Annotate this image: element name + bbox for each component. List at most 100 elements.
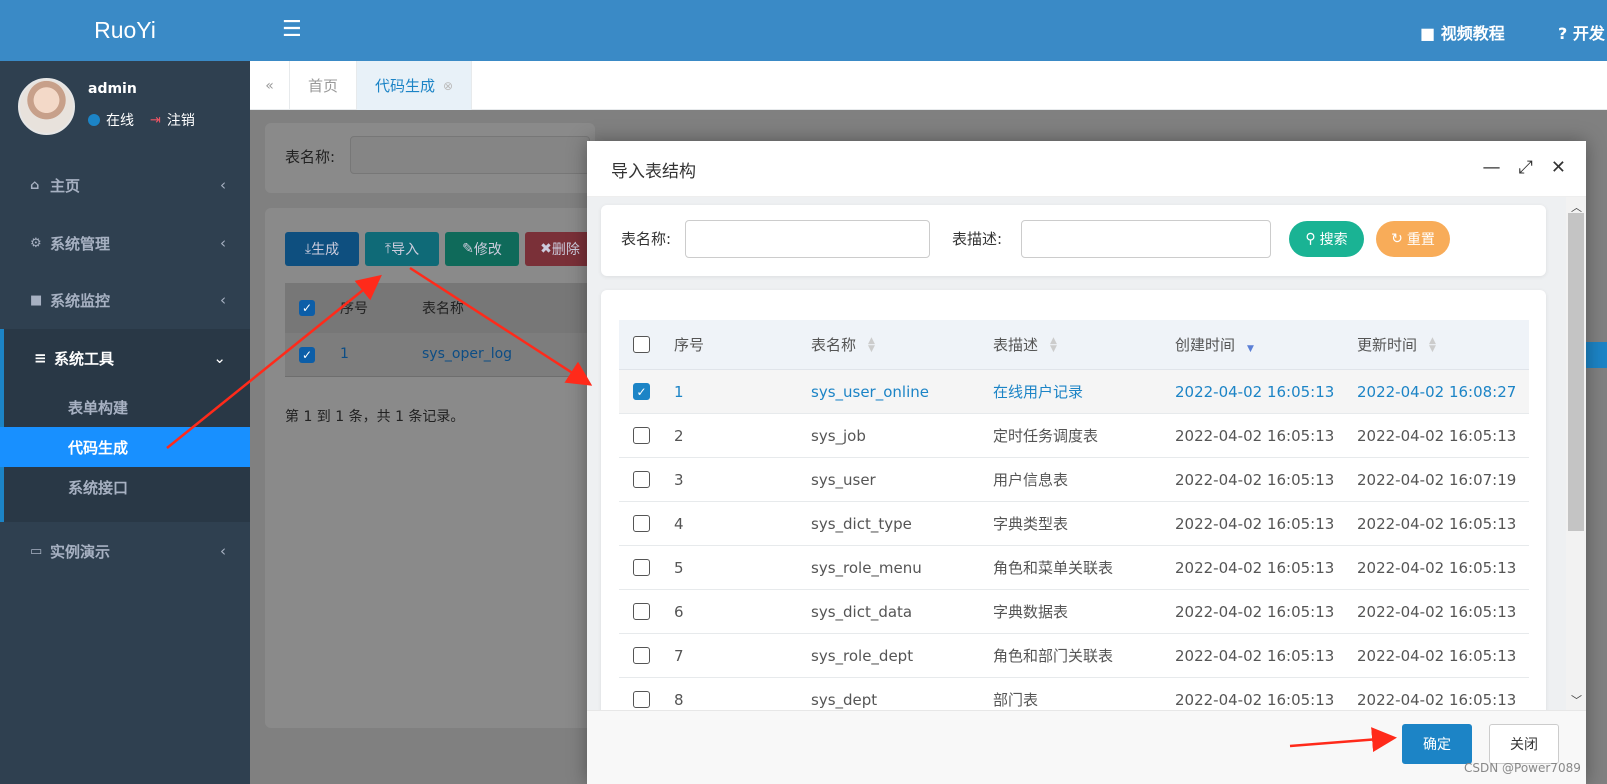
row-checkbox[interactable]: [633, 427, 650, 444]
table-row[interactable]: 6 sys_dict_data 字典数据表 2022-04-02 16:05:13 20…: [619, 590, 1529, 634]
cell-no: 8: [674, 690, 684, 709]
refresh-icon: ↻: [1391, 231, 1403, 247]
dialog-header: 导入表结构 — ⤢ ✕: [587, 141, 1586, 197]
sidebar-subitem-form-builder[interactable]: 表单构建: [4, 387, 250, 427]
cell-created: 2022-04-02 16:05:13: [1175, 470, 1335, 489]
cell-no: 6: [674, 602, 684, 621]
col-label: 表描述: [993, 336, 1039, 354]
row-checkbox[interactable]: [633, 691, 650, 708]
dialog-title: 导入表结构: [611, 162, 696, 182]
delete-button[interactable]: ✖ 删除: [525, 232, 595, 266]
close-button[interactable]: 关闭: [1489, 724, 1559, 764]
sidebar-subitem-sys-api[interactable]: 系统接口: [4, 467, 250, 507]
table-row[interactable]: 2 sys_job 定时任务调度表 2022-04-02 16:05:13 2022-0…: [619, 414, 1529, 458]
sidebar-item-system-manage[interactable]: ⚙ 系统管理 ‹: [0, 214, 250, 272]
cell-table-desc: 用户信息表: [993, 471, 1069, 489]
table-row[interactable]: ✓ 1 sys_oper_log: [285, 333, 605, 377]
sidebar-group-system-tools: ≡ 系统工具 ⌄ 表单构建 代码生成 系统接口: [0, 329, 250, 522]
col-table-name[interactable]: 表名称 ▲ ▼: [811, 320, 875, 369]
row-checkbox[interactable]: [633, 603, 650, 620]
tab-label: 首页: [308, 77, 339, 95]
table-row[interactable]: 4 sys_dict_type 字典类型表 2022-04-02 16:05:13 20…: [619, 502, 1529, 546]
hamburger-icon[interactable]: ☰: [282, 17, 302, 42]
edit-button[interactable]: ✎ 修改: [445, 232, 519, 266]
table-row[interactable]: 5 sys_role_menu 角色和菜单关联表 2022-04-02 16:05:1…: [619, 546, 1529, 590]
row-checkbox[interactable]: [633, 647, 650, 664]
cell-table-name: sys_job: [811, 426, 866, 445]
desktop-icon: ▭: [30, 543, 43, 559]
sidebar-item-system-tools[interactable]: ≡ 系统工具 ⌄: [4, 329, 250, 387]
cell-table-desc: 角色和部门关联表: [993, 647, 1114, 665]
col-table-desc[interactable]: 表描述 ▲ ▼: [993, 320, 1057, 369]
select-all-checkbox[interactable]: [633, 336, 650, 353]
delete-icon: ✖: [540, 241, 552, 257]
import-button[interactable]: ⤒ 导入: [365, 232, 439, 266]
gear-icon: ⚙: [30, 235, 42, 251]
table-row[interactable]: 3 sys_user 用户信息表 2022-04-02 16:05:13 2022-04…: [619, 458, 1529, 502]
reset-button[interactable]: ↻ 重置: [1376, 221, 1450, 257]
table-row[interactable]: 7 sys_role_dept 角色和部门关联表 2022-04-02 16:05:1…: [619, 634, 1529, 678]
generate-label: 生成: [311, 242, 340, 258]
cell-updated: 2022-04-02 16:08:27: [1357, 382, 1517, 401]
cell-table-name: sys_role_menu: [811, 558, 922, 577]
scroll-down-icon[interactable]: ﹀: [1571, 692, 1582, 708]
home-icon: ⌂: [30, 177, 40, 193]
table-row[interactable]: 8 sys_dept 部门表 2022-04-02 16:05:13 2022-04-0…: [619, 678, 1529, 710]
dialog-footer: 确定 关闭: [587, 710, 1586, 784]
sidebar-item-demo[interactable]: ▭ 实例演示 ‹: [0, 522, 250, 580]
maximize-icon[interactable]: ⤢: [1519, 157, 1533, 178]
close-icon[interactable]: ✕: [1551, 157, 1566, 178]
table-name-input[interactable]: [350, 136, 590, 174]
cell-no: 7: [674, 646, 684, 665]
tab-code-gen[interactable]: 代码生成 ⊗: [356, 61, 473, 110]
logout-icon[interactable]: ⇥: [150, 113, 161, 128]
table-desc-input[interactable]: [1021, 220, 1271, 258]
generate-button[interactable]: ⤓ 生成: [285, 232, 359, 266]
menu-icon: ≡: [34, 349, 47, 367]
sidebar-item-system-monitor[interactable]: ■ 系统监控 ‹: [0, 271, 250, 329]
table-row[interactable]: ✓ 1 sys_user_online 在线用户记录 2022-04-02 16:05:…: [619, 370, 1529, 414]
select-all-checkbox[interactable]: ✓: [299, 300, 315, 316]
sidebar-subitem-code-gen[interactable]: 代码生成: [0, 427, 250, 467]
search-button[interactable]: ⚲ 搜索: [1289, 221, 1364, 257]
col-created[interactable]: 创建时间 ▲▼: [1175, 320, 1254, 369]
scrollbar-thumb[interactable]: [1568, 213, 1584, 531]
tab-label: 代码生成: [375, 77, 436, 95]
sidebar-item-home[interactable]: ⌂ 主页 ‹: [0, 156, 250, 214]
sidebar-item-label: 系统监控: [50, 291, 111, 310]
tab-scroll-left-icon[interactable]: «: [250, 61, 290, 110]
import-label: 导入: [391, 242, 420, 258]
cell-created: 2022-04-02 16:05:13: [1175, 690, 1335, 709]
row-checkbox[interactable]: [633, 559, 650, 576]
logout-link[interactable]: 注销: [167, 110, 195, 130]
col-updated[interactable]: 更新时间 ▲ ▼: [1357, 320, 1436, 369]
row-checkbox[interactable]: ✓: [633, 383, 650, 400]
sort-icon: ▲ ▼: [868, 335, 875, 354]
col-label: 表名称: [811, 336, 857, 354]
close-icon[interactable]: ⊗: [443, 79, 453, 93]
reset-label: 重置: [1406, 232, 1435, 248]
dialog-scrollbar[interactable]: ︿ ﹀: [1566, 197, 1586, 710]
help-label: 开发: [1572, 24, 1605, 43]
avatar[interactable]: [18, 78, 75, 135]
table-name-input[interactable]: [685, 220, 930, 258]
row-edit-button-partial[interactable]: [1586, 342, 1607, 368]
import-table: 序号 表名称 ▲▼ 表描述 ▲▼ 创建时间 ▲▼ 更新时间 ▲▼ ✓ 1 sys_user_…: [619, 320, 1529, 710]
cell-updated: 2022-04-02 16:05:13: [1357, 646, 1517, 665]
cell-table-desc: 部门表: [993, 691, 1039, 709]
tab-home[interactable]: 首页: [290, 61, 356, 110]
confirm-button[interactable]: 确定: [1402, 724, 1472, 764]
minimize-icon[interactable]: —: [1483, 157, 1501, 178]
col-no[interactable]: 序号: [674, 320, 704, 369]
video-tutorial-link[interactable]: ■ 视频教程: [1420, 20, 1505, 44]
search-icon: ⚲: [1305, 231, 1316, 247]
help-link[interactable]: ? 开发: [1558, 20, 1605, 44]
row-checkbox[interactable]: [633, 515, 650, 532]
online-dot-icon: [88, 114, 100, 126]
dialog-tools: — ⤢ ✕: [1483, 157, 1567, 178]
app-logo[interactable]: RuoYi: [0, 0, 250, 61]
cell-no: 5: [674, 558, 684, 577]
row-checkbox[interactable]: ✓: [299, 347, 315, 363]
cell-table-name: sys_dict_data: [811, 602, 913, 621]
row-checkbox[interactable]: [633, 471, 650, 488]
